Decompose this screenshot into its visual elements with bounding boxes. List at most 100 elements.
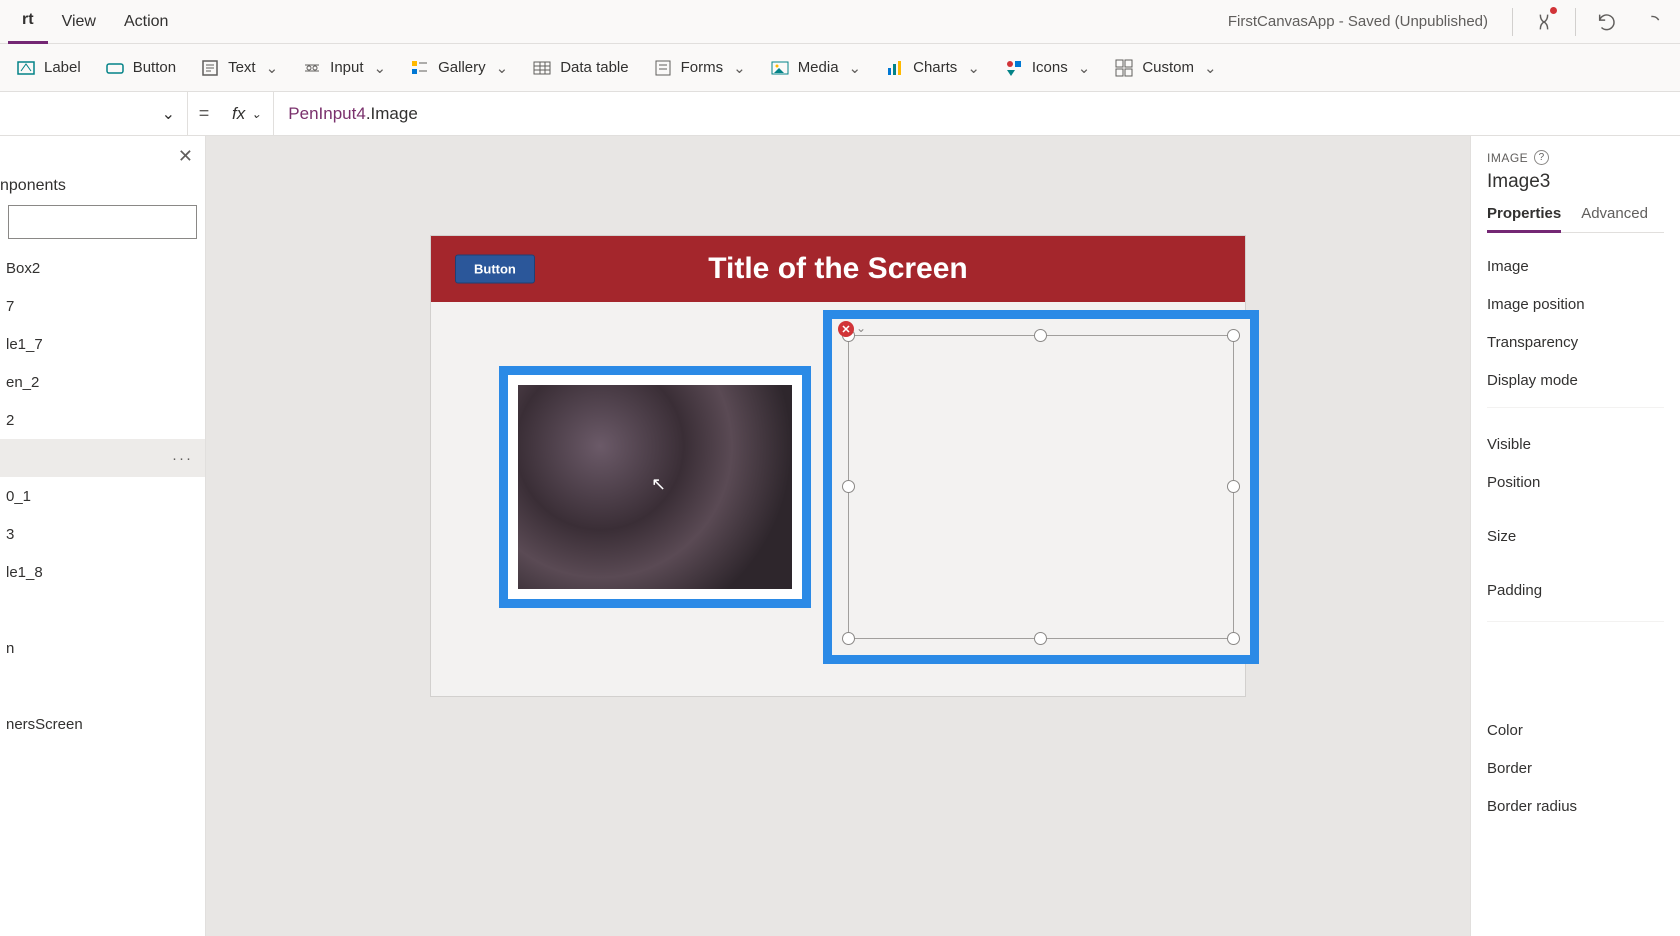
chevron-down-icon: ⌄ bbox=[733, 59, 746, 77]
tree-node[interactable]: le1_8 bbox=[0, 553, 205, 591]
ribbon-input[interactable]: Input ⌄ bbox=[302, 58, 386, 78]
tree-node[interactable]: en_2 bbox=[0, 363, 205, 401]
formula-input[interactable]: PenInput4.Image bbox=[274, 104, 1680, 124]
resize-handle[interactable] bbox=[1227, 480, 1240, 493]
chevron-down-icon: ⌄ bbox=[266, 59, 279, 77]
chevron-down-icon[interactable]: ⌄ bbox=[856, 321, 866, 335]
tree-node[interactable]: 2 bbox=[0, 401, 205, 439]
icons-icon bbox=[1004, 58, 1024, 78]
input-icon bbox=[302, 58, 322, 78]
tree-node[interactable]: ··· bbox=[0, 439, 205, 477]
equals-label: = bbox=[188, 103, 220, 124]
property-row[interactable]: Display mode bbox=[1487, 361, 1664, 399]
close-icon[interactable]: ✕ bbox=[178, 146, 193, 167]
menu-tab-action[interactable]: Action bbox=[110, 0, 182, 44]
property-row[interactable]: Border bbox=[1487, 749, 1664, 787]
property-row[interactable]: Image position bbox=[1487, 285, 1664, 323]
divider bbox=[1487, 407, 1664, 425]
ribbon-button[interactable]: Button bbox=[105, 58, 176, 78]
ribbon-datatable[interactable]: Data table bbox=[532, 58, 628, 78]
ribbon-label-text: Button bbox=[133, 59, 176, 76]
ribbon-text[interactable]: Text ⌄ bbox=[200, 58, 278, 78]
error-badge-icon[interactable]: ✕ bbox=[838, 321, 854, 337]
tree-node-label: 2 bbox=[6, 412, 14, 429]
more-icon[interactable]: ··· bbox=[172, 450, 193, 467]
selection-box[interactable] bbox=[848, 335, 1234, 639]
gap bbox=[1487, 555, 1664, 571]
charts-icon bbox=[885, 58, 905, 78]
property-selector[interactable]: ⌄ bbox=[0, 92, 188, 135]
redo-icon[interactable] bbox=[1638, 5, 1672, 39]
tree-node-label: 0_1 bbox=[6, 488, 31, 505]
property-row[interactable]: Border radius bbox=[1487, 787, 1664, 825]
app-checker-icon[interactable] bbox=[1527, 5, 1561, 39]
insert-ribbon: Label Button Text ⌄ Input ⌄ Gallery ⌄ Da… bbox=[0, 44, 1680, 92]
help-icon[interactable]: ? bbox=[1534, 150, 1549, 165]
formula-token-ref: PenInput4 bbox=[288, 104, 366, 123]
image-control-selected[interactable]: ✕ ⌄ bbox=[823, 310, 1259, 664]
ribbon-custom[interactable]: Custom ⌄ bbox=[1114, 58, 1216, 78]
menu-bar: rt View Action FirstCanvasApp - Saved (U… bbox=[0, 0, 1680, 44]
resize-handle[interactable] bbox=[842, 632, 855, 645]
property-row[interactable]: Size bbox=[1487, 517, 1664, 555]
menu-tab-insert[interactable]: rt bbox=[8, 0, 48, 44]
screen-title: Title of the Screen bbox=[431, 252, 1245, 286]
property-row[interactable]: Position bbox=[1487, 463, 1664, 501]
chevron-down-icon: ⌄ bbox=[162, 104, 175, 124]
chevron-down-icon: ⌄ bbox=[496, 59, 509, 77]
property-row[interactable]: Visible bbox=[1487, 425, 1664, 463]
tree-node[interactable]: 0_1 bbox=[0, 477, 205, 515]
tree-view-panel: ✕ nponents Box2 7le1_7en_2 2 ··· 0_1 3 le1_8n n… bbox=[0, 136, 206, 936]
tree-node[interactable]: nersScreen bbox=[0, 705, 205, 743]
tree-node[interactable]: 3 bbox=[0, 515, 205, 553]
tab-properties[interactable]: Properties bbox=[1487, 205, 1561, 233]
resize-handle[interactable] bbox=[1227, 329, 1240, 342]
ribbon-gallery[interactable]: Gallery ⌄ bbox=[410, 58, 508, 78]
image-preview bbox=[508, 375, 802, 599]
tree-node-label: nersScreen bbox=[6, 716, 83, 733]
menu-tab-view[interactable]: View bbox=[48, 0, 110, 44]
canvas-area[interactable]: Button Title of the Screen ↖ ✕ ⌄ bbox=[206, 136, 1470, 936]
tab-advanced[interactable]: Advanced bbox=[1581, 205, 1648, 232]
ribbon-label-text: Media bbox=[798, 59, 839, 76]
tree-node-label: n bbox=[6, 640, 14, 657]
forms-icon bbox=[653, 58, 673, 78]
resize-handle[interactable] bbox=[842, 480, 855, 493]
screen-header: Button Title of the Screen bbox=[431, 236, 1245, 302]
tree-tab-components[interactable]: nponents bbox=[0, 171, 205, 205]
tree-node[interactable] bbox=[0, 591, 205, 629]
tree-search-input[interactable] bbox=[8, 205, 197, 239]
tree-node-label: le1_8 bbox=[6, 564, 43, 581]
ribbon-icons[interactable]: Icons ⌄ bbox=[1004, 58, 1090, 78]
property-row[interactable]: Image bbox=[1487, 247, 1664, 285]
undo-icon[interactable] bbox=[1590, 5, 1624, 39]
tree-node[interactable]: 7 bbox=[0, 287, 205, 325]
resize-handle[interactable] bbox=[1034, 632, 1047, 645]
separator bbox=[1575, 8, 1576, 36]
tree-node[interactable]: Box2 bbox=[0, 249, 205, 287]
tree-node[interactable]: le1_7 bbox=[0, 325, 205, 363]
formula-token-prop: .Image bbox=[366, 104, 418, 123]
image-control-1[interactable] bbox=[499, 366, 811, 608]
property-row[interactable]: Transparency bbox=[1487, 323, 1664, 361]
app-screen[interactable]: Button Title of the Screen ↖ ✕ ⌄ bbox=[431, 236, 1245, 696]
ribbon-label[interactable]: Label bbox=[16, 58, 81, 78]
app-status: FirstCanvasApp - Saved (Unpublished) bbox=[1228, 13, 1488, 30]
tree-node[interactable]: n bbox=[0, 629, 205, 667]
tree-node-label: Box2 bbox=[6, 260, 40, 277]
properties-tabs: Properties Advanced bbox=[1487, 205, 1664, 233]
object-name[interactable]: Image3 bbox=[1487, 171, 1664, 193]
tree-node[interactable] bbox=[0, 667, 205, 705]
ribbon-media[interactable]: Media ⌄ bbox=[770, 58, 861, 78]
ribbon-label-text: Data table bbox=[560, 59, 628, 76]
resize-handle[interactable] bbox=[1034, 329, 1047, 342]
property-row[interactable]: Padding bbox=[1487, 571, 1664, 609]
ribbon-label-text: Charts bbox=[913, 59, 957, 76]
ribbon-charts[interactable]: Charts ⌄ bbox=[885, 58, 980, 78]
resize-handle[interactable] bbox=[1227, 632, 1240, 645]
chevron-down-icon: ⌄ bbox=[967, 59, 980, 77]
property-row[interactable]: Color bbox=[1487, 711, 1664, 749]
ribbon-forms[interactable]: Forms ⌄ bbox=[653, 58, 746, 78]
screen-button[interactable]: Button bbox=[455, 255, 535, 284]
fx-button[interactable]: fx ⌄ bbox=[220, 92, 274, 135]
